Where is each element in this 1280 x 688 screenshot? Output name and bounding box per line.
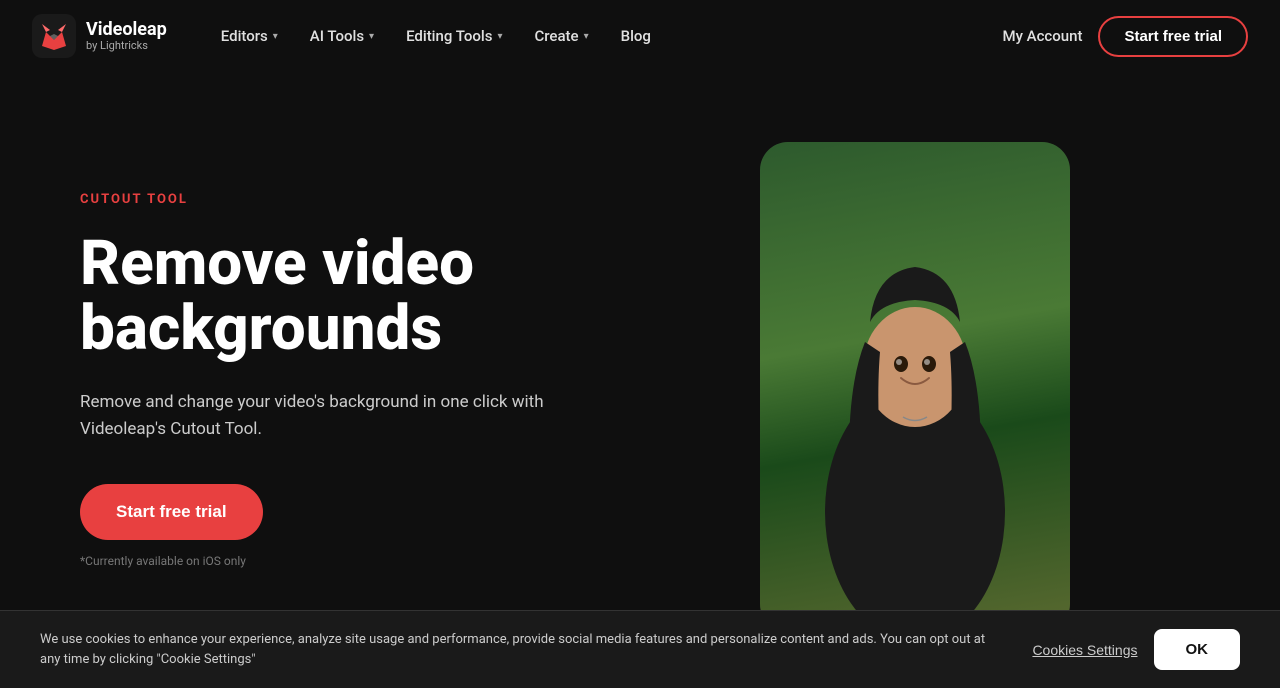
hero-image xyxy=(760,142,1070,632)
nav-cta-button[interactable]: Start free trial xyxy=(1098,16,1248,57)
nav-account-link[interactable]: My Account xyxy=(1002,27,1082,45)
navbar: Videoleap by Lightricks Editors ▾ AI Too… xyxy=(0,0,1280,72)
nav-item-editing-tools[interactable]: Editing Tools ▾ xyxy=(392,19,516,53)
nav-item-create[interactable]: Create ▾ xyxy=(520,19,602,53)
hero-cta-button[interactable]: Start free trial xyxy=(80,484,263,540)
logo-title: Videoleap xyxy=(86,20,167,40)
chevron-down-icon: ▾ xyxy=(584,31,589,42)
cookie-ok-button[interactable]: OK xyxy=(1154,629,1241,670)
logo[interactable]: Videoleap by Lightricks xyxy=(32,14,167,58)
nav-right: My Account Start free trial xyxy=(1002,16,1248,57)
nav-item-editors[interactable]: Editors ▾ xyxy=(207,19,292,53)
logo-subtitle: by Lightricks xyxy=(86,40,167,52)
hero-title: Remove video backgrounds xyxy=(80,231,700,361)
ios-availability-note: *Currently available on iOS only xyxy=(80,554,700,568)
cookie-actions: Cookies Settings OK xyxy=(1032,629,1240,670)
chevron-down-icon: ▾ xyxy=(369,31,374,42)
cookie-text: We use cookies to enhance your experienc… xyxy=(40,630,992,669)
hero-person-silhouette xyxy=(795,192,1035,632)
hero-tag: CUTOUT TOOL xyxy=(80,192,700,207)
hero-description: Remove and change your video's backgroun… xyxy=(80,389,560,443)
chevron-down-icon: ▾ xyxy=(497,31,502,42)
nav-item-blog[interactable]: Blog xyxy=(607,19,665,53)
cookies-settings-button[interactable]: Cookies Settings xyxy=(1032,642,1137,658)
chevron-down-icon: ▾ xyxy=(273,31,278,42)
cookie-banner: We use cookies to enhance your experienc… xyxy=(0,610,1280,688)
hero-content: CUTOUT TOOL Remove video backgrounds Rem… xyxy=(80,132,700,568)
nav-item-ai-tools[interactable]: AI Tools ▾ xyxy=(296,19,388,53)
logo-icon xyxy=(32,14,76,58)
nav-links: Editors ▾ AI Tools ▾ Editing Tools ▾ Cre… xyxy=(207,19,1003,53)
hero-section: CUTOUT TOOL Remove video backgrounds Rem… xyxy=(0,72,1280,688)
